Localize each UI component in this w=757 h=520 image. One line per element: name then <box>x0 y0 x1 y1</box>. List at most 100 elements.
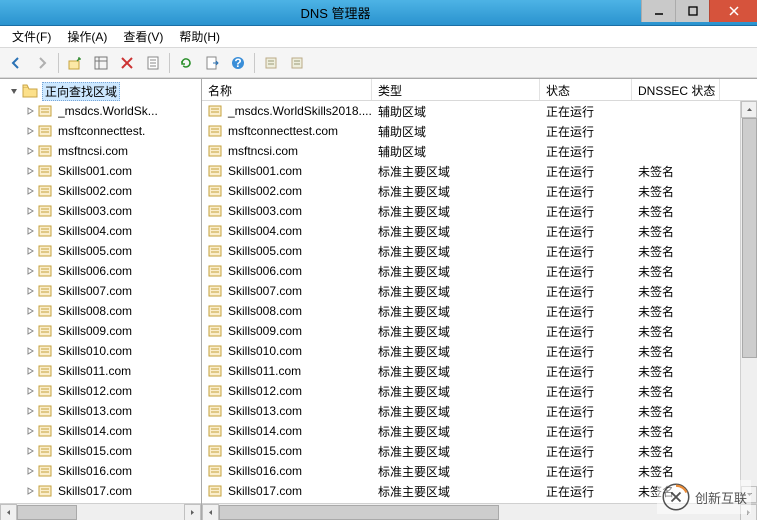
table-row[interactable]: Skills012.com标准主要区域正在运行未签名 <box>202 381 757 401</box>
scroll-thumb[interactable] <box>742 118 757 358</box>
table-row[interactable]: _msdcs.WorldSkills2018....辅助区域正在运行 <box>202 101 757 121</box>
expand-icon[interactable] <box>24 125 36 137</box>
tree-item[interactable]: msftncsi.com <box>0 141 201 161</box>
show-hide-tree-button[interactable] <box>89 51 113 75</box>
forward-button[interactable] <box>30 51 54 75</box>
vertical-scrollbar[interactable] <box>740 101 757 503</box>
tree-item[interactable]: Skills015.com <box>0 441 201 461</box>
tree-item[interactable]: Skills001.com <box>0 161 201 181</box>
expand-icon[interactable] <box>24 365 36 377</box>
table-row[interactable]: Skills005.com标准主要区域正在运行未签名 <box>202 241 757 261</box>
tree-item[interactable]: Skills002.com <box>0 181 201 201</box>
filter-button[interactable] <box>259 51 283 75</box>
menu-help[interactable]: 帮助(H) <box>173 26 226 47</box>
cell-status: 正在运行 <box>540 423 632 440</box>
expand-icon[interactable] <box>24 345 36 357</box>
table-row[interactable]: Skills002.com标准主要区域正在运行未签名 <box>202 181 757 201</box>
tree-item[interactable]: Skills003.com <box>0 201 201 221</box>
expand-icon[interactable] <box>24 445 36 457</box>
expand-icon[interactable] <box>24 485 36 497</box>
expand-icon[interactable] <box>24 425 36 437</box>
zone-icon <box>208 224 224 238</box>
table-row[interactable]: Skills014.com标准主要区域正在运行未签名 <box>202 421 757 441</box>
tree-item[interactable]: Skills005.com <box>0 241 201 261</box>
tree-item[interactable]: Skills013.com <box>0 401 201 421</box>
table-row[interactable]: Skills011.com标准主要区域正在运行未签名 <box>202 361 757 381</box>
table-row[interactable]: Skills006.com标准主要区域正在运行未签名 <box>202 261 757 281</box>
menu-action[interactable]: 操作(A) <box>61 26 113 47</box>
table-row[interactable]: Skills010.com标准主要区域正在运行未签名 <box>202 341 757 361</box>
column-name[interactable]: 名称 <box>202 79 372 100</box>
tree-item[interactable]: Skills011.com <box>0 361 201 381</box>
column-type[interactable]: 类型 <box>372 79 540 100</box>
menu-file[interactable]: 文件(F) <box>6 26 57 47</box>
scroll-track[interactable] <box>741 118 757 486</box>
tree-horizontal-scrollbar[interactable] <box>0 503 201 520</box>
table-row[interactable]: Skills008.com标准主要区域正在运行未签名 <box>202 301 757 321</box>
expand-icon[interactable] <box>24 245 36 257</box>
table-row[interactable]: Skills001.com标准主要区域正在运行未签名 <box>202 161 757 181</box>
help-button[interactable]: ? <box>226 51 250 75</box>
expand-icon[interactable] <box>24 225 36 237</box>
table-row[interactable]: Skills007.com标准主要区域正在运行未签名 <box>202 281 757 301</box>
up-level-button[interactable] <box>63 51 87 75</box>
expand-icon[interactable] <box>24 145 36 157</box>
table-row[interactable]: Skills015.com标准主要区域正在运行未签名 <box>202 441 757 461</box>
tree-item[interactable]: msftconnecttest. <box>0 121 201 141</box>
back-button[interactable] <box>4 51 28 75</box>
tree-item[interactable]: Skills012.com <box>0 381 201 401</box>
column-status[interactable]: 状态 <box>540 79 632 100</box>
tree-body[interactable]: 正向查找区域_msdcs.WorldSk... msftconnecttest. m… <box>0 79 201 503</box>
table-row[interactable]: msftncsi.com辅助区域正在运行 <box>202 141 757 161</box>
tree-item[interactable]: Skills016.com <box>0 461 201 481</box>
tree-item[interactable]: Skills006.com <box>0 261 201 281</box>
tree-item[interactable]: Skills009.com <box>0 321 201 341</box>
scroll-track[interactable] <box>17 504 184 520</box>
tree-item[interactable]: Skills017.com <box>0 481 201 501</box>
tree-item-label: msftconnecttest. <box>58 124 145 138</box>
scroll-left-button[interactable] <box>0 504 17 520</box>
maximize-button[interactable] <box>675 0 709 22</box>
expand-icon[interactable] <box>24 185 36 197</box>
expand-icon[interactable] <box>24 465 36 477</box>
refresh-button[interactable] <box>174 51 198 75</box>
tree-item[interactable]: Skills007.com <box>0 281 201 301</box>
scroll-left-button[interactable] <box>202 504 219 520</box>
expand-icon[interactable] <box>24 385 36 397</box>
tree-item[interactable]: _msdcs.WorldSk... <box>0 101 201 121</box>
table-row[interactable]: Skills016.com标准主要区域正在运行未签名 <box>202 461 757 481</box>
export-list-button[interactable] <box>200 51 224 75</box>
tree-item[interactable]: Skills014.com <box>0 421 201 441</box>
delete-button[interactable] <box>115 51 139 75</box>
expand-icon[interactable] <box>24 265 36 277</box>
expand-icon[interactable] <box>24 305 36 317</box>
new-zone-button[interactable] <box>285 51 309 75</box>
expand-icon[interactable] <box>24 285 36 297</box>
close-button[interactable] <box>709 0 757 22</box>
scroll-up-button[interactable] <box>741 101 757 118</box>
tree-item[interactable]: Skills004.com <box>0 221 201 241</box>
scroll-right-button[interactable] <box>184 504 201 520</box>
expand-icon[interactable] <box>24 165 36 177</box>
tree-root[interactable]: 正向查找区域 <box>0 81 201 101</box>
tree-item[interactable]: Skills010.com <box>0 341 201 361</box>
zone-icon <box>208 424 224 438</box>
expand-icon[interactable] <box>24 405 36 417</box>
scroll-thumb[interactable] <box>219 505 499 520</box>
table-row[interactable]: Skills003.com标准主要区域正在运行未签名 <box>202 201 757 221</box>
collapse-icon[interactable] <box>8 85 20 97</box>
table-row[interactable]: Skills004.com标准主要区域正在运行未签名 <box>202 221 757 241</box>
expand-icon[interactable] <box>24 105 36 117</box>
menu-view[interactable]: 查看(V) <box>117 26 169 47</box>
column-dnssec[interactable]: DNSSEC 状态 <box>632 79 720 100</box>
expand-icon[interactable] <box>24 205 36 217</box>
tree-item[interactable]: Skills008.com <box>0 301 201 321</box>
minimize-button[interactable] <box>641 0 675 22</box>
scroll-thumb[interactable] <box>17 505 77 520</box>
table-row[interactable]: msftconnecttest.com辅助区域正在运行 <box>202 121 757 141</box>
properties-button[interactable] <box>141 51 165 75</box>
table-row[interactable]: Skills013.com标准主要区域正在运行未签名 <box>202 401 757 421</box>
table-row[interactable]: Skills009.com标准主要区域正在运行未签名 <box>202 321 757 341</box>
expand-icon[interactable] <box>24 325 36 337</box>
list-body[interactable]: _msdcs.WorldSkills2018....辅助区域正在运行msftco… <box>202 101 757 503</box>
